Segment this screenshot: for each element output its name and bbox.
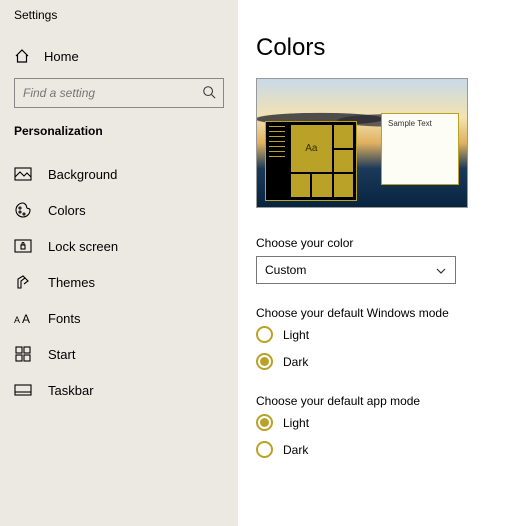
lock-screen-icon — [14, 238, 32, 254]
radio-icon — [256, 414, 273, 431]
radio-icon — [256, 353, 273, 370]
section-label: Personalization — [0, 124, 238, 150]
choose-color-label: Choose your color — [256, 236, 500, 250]
home-button[interactable]: Home — [0, 40, 238, 78]
radio-icon — [256, 441, 273, 458]
nav-item-themes[interactable]: Themes — [0, 264, 238, 300]
search-input-container — [14, 78, 224, 108]
radio-label: Light — [283, 416, 309, 430]
background-icon — [14, 166, 32, 182]
taskbar-icon — [14, 382, 32, 398]
app-mode-label: Choose your default app mode — [256, 394, 500, 408]
color-preview: Aa Sample Text — [256, 78, 468, 208]
colors-icon — [14, 202, 32, 218]
app-title: Settings — [0, 8, 238, 40]
color-mode-value: Custom — [265, 263, 306, 277]
search-input[interactable] — [14, 78, 224, 108]
windows-mode-dark[interactable]: Dark — [256, 353, 500, 370]
radio-label: Dark — [283, 355, 308, 369]
nav-item-background[interactable]: Background — [0, 156, 238, 192]
chevron-down-icon — [435, 265, 447, 277]
radio-label: Light — [283, 328, 309, 342]
nav-label: Lock screen — [48, 239, 118, 254]
search-icon — [202, 85, 216, 99]
home-label: Home — [44, 49, 79, 64]
preview-tile-text: Aa — [291, 125, 332, 172]
app-mode-light[interactable]: Light — [256, 414, 500, 431]
nav-label: Taskbar — [48, 383, 94, 398]
page-title: Colors — [256, 34, 500, 62]
fonts-icon: AA — [14, 310, 32, 326]
start-icon — [14, 346, 32, 362]
preview-window-title: Sample Text — [382, 114, 458, 133]
nav-item-colors[interactable]: Colors — [0, 192, 238, 228]
nav-item-start[interactable]: Start — [0, 336, 238, 372]
windows-mode-label: Choose your default Windows mode — [256, 306, 500, 320]
nav-label: Themes — [48, 275, 95, 290]
windows-mode-light[interactable]: Light — [256, 326, 500, 343]
nav-label: Start — [48, 347, 75, 362]
svg-text:A: A — [14, 315, 20, 325]
nav-label: Fonts — [48, 311, 81, 326]
nav-item-lock-screen[interactable]: Lock screen — [0, 228, 238, 264]
home-icon — [14, 48, 30, 64]
radio-icon — [256, 326, 273, 343]
preview-start-menu: Aa — [265, 121, 357, 201]
nav-label: Colors — [48, 203, 86, 218]
preview-window: Sample Text — [381, 113, 459, 185]
sidebar: Settings Home Personalization Background — [0, 0, 238, 526]
themes-icon — [14, 274, 32, 290]
color-mode-select[interactable]: Custom — [256, 256, 456, 284]
nav-item-taskbar[interactable]: Taskbar — [0, 372, 238, 408]
nav-list: Background Colors Lock screen Themes AA … — [0, 150, 238, 408]
app-mode-dark[interactable]: Dark — [256, 441, 500, 458]
svg-text:A: A — [22, 312, 30, 325]
nav-label: Background — [48, 167, 117, 182]
main-content: Colors Aa Sample Text Choose your color … — [238, 0, 520, 526]
nav-item-fonts[interactable]: AA Fonts — [0, 300, 238, 336]
radio-label: Dark — [283, 443, 308, 457]
